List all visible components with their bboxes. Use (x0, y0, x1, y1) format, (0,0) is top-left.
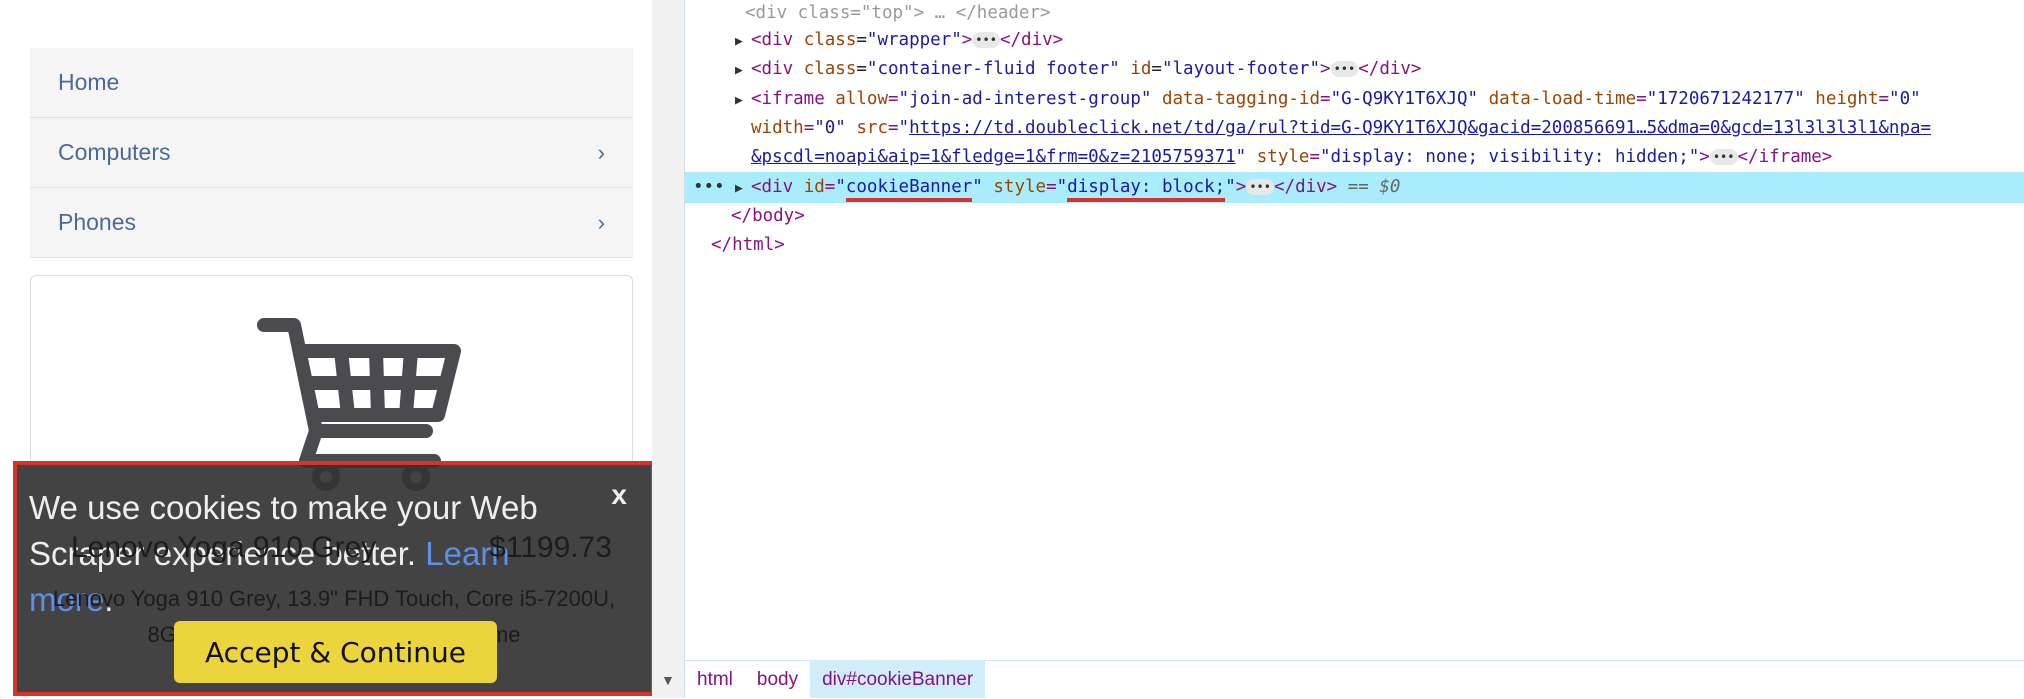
dom-line-header[interactable]: <div class="top"> … </header> (745, 0, 2024, 28)
sidebar-nav: Home Computers › Phones › (30, 48, 633, 258)
breadcrumb-body[interactable]: body (745, 661, 810, 698)
dom-html-close[interactable]: </html> (711, 231, 2024, 260)
breadcrumb-cookie-banner[interactable]: div#cookieBanner (810, 661, 986, 698)
ellipsis-icon[interactable]: ••• (1246, 179, 1274, 195)
sidebar-item-computers[interactable]: Computers › (30, 118, 633, 188)
ellipsis-icon[interactable]: ••• (972, 32, 1000, 48)
dom-node-iframe-cont2[interactable]: &pscdl=noapi&aip=1&fledge=1&frm=0&z=2105… (751, 143, 2024, 172)
sidebar-item-label: Phones (58, 209, 137, 235)
more-options-icon[interactable]: ••• (693, 172, 735, 203)
dom-body-close[interactable]: </body> (731, 202, 2024, 231)
dom-node-iframe-cont[interactable]: width="0" src="https://td.doubleclick.ne… (751, 114, 2024, 143)
breadcrumb: html body div#cookieBanner (685, 660, 2024, 698)
chevron-right-icon: › (597, 139, 605, 165)
expand-triangle-icon[interactable]: ▶ (735, 27, 751, 56)
ellipsis-icon[interactable]: ••• (1330, 61, 1359, 77)
dom-node-footer[interactable]: ▶ <div class="container-fluid footer" id=… (735, 55, 2024, 84)
sidebar-item-label: Computers (58, 139, 171, 165)
sidebar-item-label: Home (58, 69, 120, 95)
dom-node-cookie-banner-selected[interactable]: ••• ▶ <div id="cookieBanner" style="displa… (685, 172, 2024, 203)
devtools-elements-panel: <div class="top"> … </header> ▶ <div clas… (684, 0, 2024, 698)
iframe-src-link[interactable]: &pscdl=noapi&aip=1&fledge=1&frm=0&z=2105… (751, 147, 1236, 167)
expand-triangle-icon[interactable]: ▶ (735, 173, 751, 204)
product-title[interactable]: Lenovo Yoga 910 Grey (71, 531, 376, 565)
webpage-viewport: Home Computers › Phones › Lenovo Yoga 910 … (0, 0, 655, 698)
breadcrumb-html[interactable]: html (685, 661, 745, 698)
accept-continue-button[interactable]: Accept & Continue (174, 621, 497, 683)
dom-node-iframe[interactable]: ▶ <iframe allow="join-ad-interest-group" … (735, 85, 2024, 114)
ellipsis-icon[interactable]: ••• (1709, 149, 1738, 165)
close-icon[interactable]: x (611, 479, 627, 511)
cookie-style-value[interactable]: display: block; (1067, 177, 1226, 202)
expand-triangle-icon[interactable]: ▶ (735, 56, 751, 85)
expand-triangle-icon[interactable]: ▶ (735, 86, 751, 115)
product-price: $1199.73 (489, 531, 612, 564)
cookie-id-value[interactable]: cookieBanner (845, 177, 973, 202)
scroll-down-icon[interactable]: ▼ (661, 672, 675, 688)
dom-node-wrapper[interactable]: ▶ <div class="wrapper"> ••• </div> (735, 26, 2024, 55)
cookie-banner: We use cookies to make your Web Scraper … (13, 461, 655, 696)
chevron-right-icon: › (597, 209, 605, 235)
sidebar-item-phones[interactable]: Phones › (30, 188, 633, 258)
iframe-src-link[interactable]: https://td.doubleclick.net/td/ga/rul?tid… (909, 118, 1931, 138)
scrollbar[interactable]: ▼ (652, 0, 684, 698)
sidebar-item-home[interactable]: Home (30, 48, 633, 118)
